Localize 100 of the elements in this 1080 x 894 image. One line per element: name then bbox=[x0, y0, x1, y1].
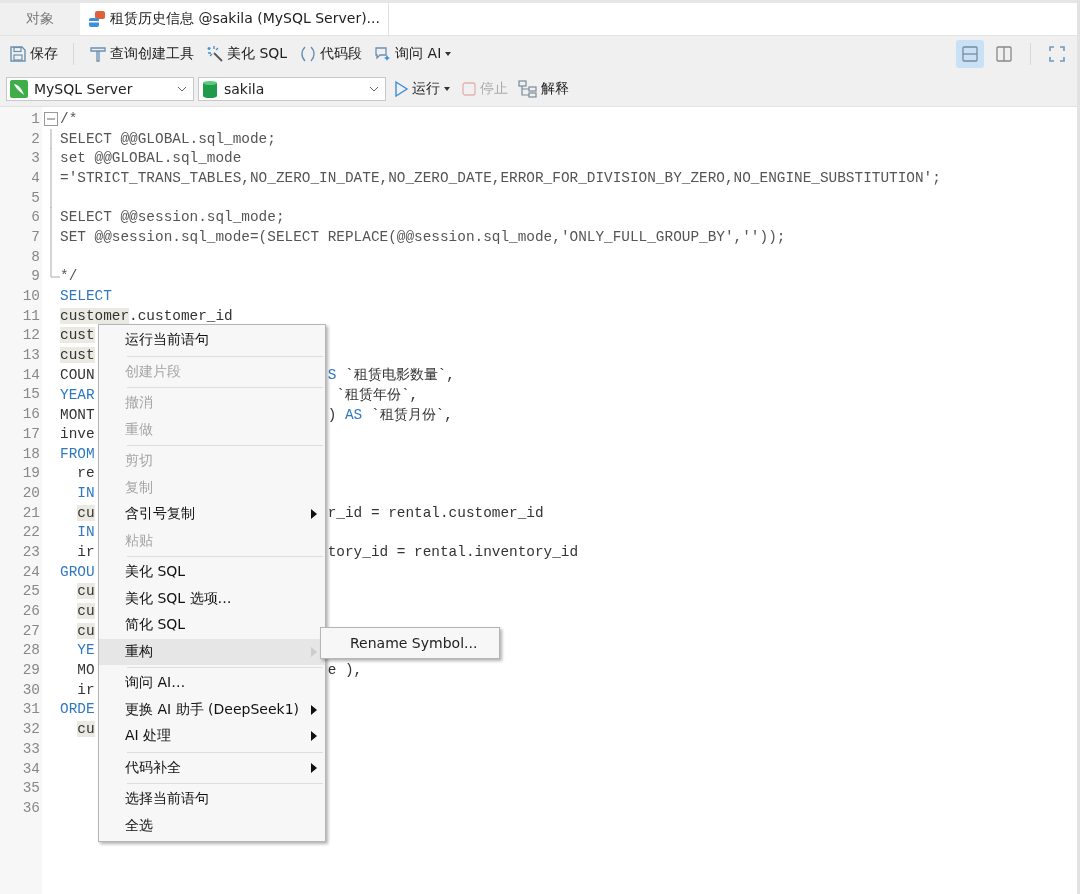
chevron-down-icon bbox=[369, 86, 379, 92]
line-number: 35 bbox=[21, 780, 40, 797]
line-number: 33 bbox=[21, 740, 40, 757]
code-match: cust bbox=[60, 347, 95, 364]
database-dropdown[interactable]: sakila bbox=[198, 77, 386, 101]
line-number: 9 bbox=[30, 268, 40, 285]
menu-item[interactable]: 运行当前语句 bbox=[99, 327, 325, 354]
menu-item[interactable]: 更换 AI 助手 (DeepSeek1) bbox=[99, 696, 325, 723]
save-button[interactable]: 保存 bbox=[6, 43, 61, 65]
menu-item[interactable]: 重构 bbox=[99, 638, 325, 665]
line-number: 34 bbox=[21, 760, 40, 777]
play-icon bbox=[393, 80, 409, 98]
code-text: inve bbox=[60, 425, 95, 442]
code-text: ir bbox=[77, 543, 95, 560]
code-text: MONT bbox=[60, 406, 95, 423]
magic-wand-icon bbox=[206, 45, 224, 63]
code-match: cu bbox=[77, 721, 95, 738]
explain-button[interactable]: 解释 bbox=[515, 78, 572, 100]
menu-item[interactable]: 美化 SQL bbox=[99, 559, 325, 586]
line-number: 13 bbox=[21, 347, 40, 364]
code-keyword: AS bbox=[345, 406, 363, 423]
vertical-split-icon bbox=[995, 45, 1013, 63]
code-text: r_id = rental.customer_id bbox=[327, 504, 544, 521]
connection-dropdown[interactable]: MySQL Server bbox=[6, 77, 194, 101]
line-number: 20 bbox=[21, 484, 40, 501]
code-text: re bbox=[77, 465, 95, 482]
line-number: 3 bbox=[30, 150, 40, 167]
code-comment: SELECT @@session.sql_mode; bbox=[60, 209, 285, 226]
code-comment: set @@GLOBAL.sql_mode bbox=[60, 150, 242, 167]
code-keyword: GROU bbox=[60, 563, 95, 580]
line-number: 21 bbox=[21, 504, 40, 521]
menu-item[interactable]: 选择当前语句 bbox=[99, 786, 325, 813]
line-number: 1 bbox=[30, 110, 40, 127]
code-text: e ), bbox=[327, 662, 363, 679]
line-number: 25 bbox=[21, 583, 40, 600]
chevron-down-icon bbox=[177, 86, 187, 92]
line-number: 18 bbox=[21, 445, 40, 462]
code-keyword: YE bbox=[77, 642, 95, 659]
line-number: 30 bbox=[21, 681, 40, 698]
code-keyword: FROM bbox=[60, 445, 95, 462]
menu-item[interactable]: 含引号复制 bbox=[99, 501, 325, 528]
fold-toggle-icon[interactable] bbox=[43, 109, 59, 129]
layout-button[interactable] bbox=[956, 40, 984, 68]
line-number: 16 bbox=[21, 406, 40, 423]
line-number: 7 bbox=[30, 228, 40, 245]
toolbar-button[interactable]: 询问 AI bbox=[371, 43, 456, 65]
fold-end-line bbox=[50, 266, 60, 278]
line-number: 17 bbox=[21, 425, 40, 442]
editor-tab[interactable]: 对象 bbox=[0, 3, 80, 35]
line-number: 28 bbox=[21, 642, 40, 659]
code-text: COUN bbox=[60, 367, 95, 384]
menu-item[interactable]: 全选 bbox=[99, 812, 325, 839]
parentheses-icon bbox=[299, 45, 318, 63]
code-text: MO bbox=[77, 662, 95, 679]
line-number: 6 bbox=[30, 209, 40, 226]
fullscreen-icon bbox=[1048, 45, 1066, 63]
code-text: `租赁年份`, bbox=[335, 386, 419, 403]
code-comment: /* bbox=[60, 110, 78, 127]
code-keyword: IN bbox=[77, 524, 95, 541]
code-text: `租赁月份`, bbox=[369, 406, 453, 423]
code-match: customer bbox=[60, 307, 130, 324]
line-number: 8 bbox=[30, 248, 40, 265]
line-number: 23 bbox=[21, 543, 40, 560]
code-text: ir bbox=[77, 681, 95, 698]
menu-item[interactable]: Rename Symbol... bbox=[321, 630, 499, 656]
line-number: 11 bbox=[21, 307, 40, 324]
menu-item[interactable]: 代码补全 bbox=[99, 754, 325, 781]
menu-item[interactable]: AI 处理 bbox=[99, 723, 325, 750]
code-comment: ='STRICT_TRANS_TABLES,NO_ZERO_IN_DATE,NO_ZERO_DATE,ERROR_FOR_DIVISION_BY_ZERO,NO_ENGINE_SUBSTITUTION'; bbox=[60, 169, 941, 186]
database-icon bbox=[202, 80, 218, 98]
line-number: 12 bbox=[21, 327, 40, 344]
code-match: cu bbox=[77, 622, 95, 639]
code-comment: */ bbox=[60, 268, 78, 285]
toolbar-button[interactable]: 查询创建工具 bbox=[86, 43, 197, 65]
line-number: 10 bbox=[21, 288, 40, 305]
line-number: 36 bbox=[21, 799, 40, 816]
menu-item[interactable]: 美化 SQL 选项… bbox=[99, 585, 325, 612]
tree-diagram-icon bbox=[518, 80, 538, 98]
code-text: tory_id = rental.inventory_id bbox=[327, 543, 579, 560]
code-match: cu bbox=[77, 583, 95, 600]
line-number: 5 bbox=[30, 189, 40, 206]
line-number: 26 bbox=[21, 603, 40, 620]
code-match: cu bbox=[77, 504, 95, 521]
line-number: 29 bbox=[21, 662, 40, 679]
code-comment: SET @@session.sql_mode=(SELECT REPLACE(@@session.sql_mode,'ONLY_FULL_GROUP_BY','')); bbox=[60, 228, 786, 245]
horizontal-split-icon bbox=[961, 45, 979, 63]
line-number: 15 bbox=[21, 386, 40, 403]
code-match: cust bbox=[60, 327, 95, 344]
toolbar-button[interactable]: 代码段 bbox=[296, 43, 366, 65]
line-number: 19 bbox=[21, 465, 40, 482]
toolbar-button[interactable]: 美化 SQL bbox=[203, 43, 291, 65]
code-keyword: S bbox=[327, 367, 337, 384]
run-button[interactable]: 运行 bbox=[390, 78, 454, 100]
query-table-icon bbox=[88, 10, 106, 28]
code-text: `租赁电影数量`, bbox=[343, 367, 455, 384]
code-text: .customer_id bbox=[129, 307, 233, 324]
code-match: cu bbox=[77, 603, 95, 620]
menu-item[interactable]: 询问 AI… bbox=[99, 670, 325, 697]
line-number: 22 bbox=[21, 524, 40, 541]
line-number: 27 bbox=[21, 622, 40, 639]
